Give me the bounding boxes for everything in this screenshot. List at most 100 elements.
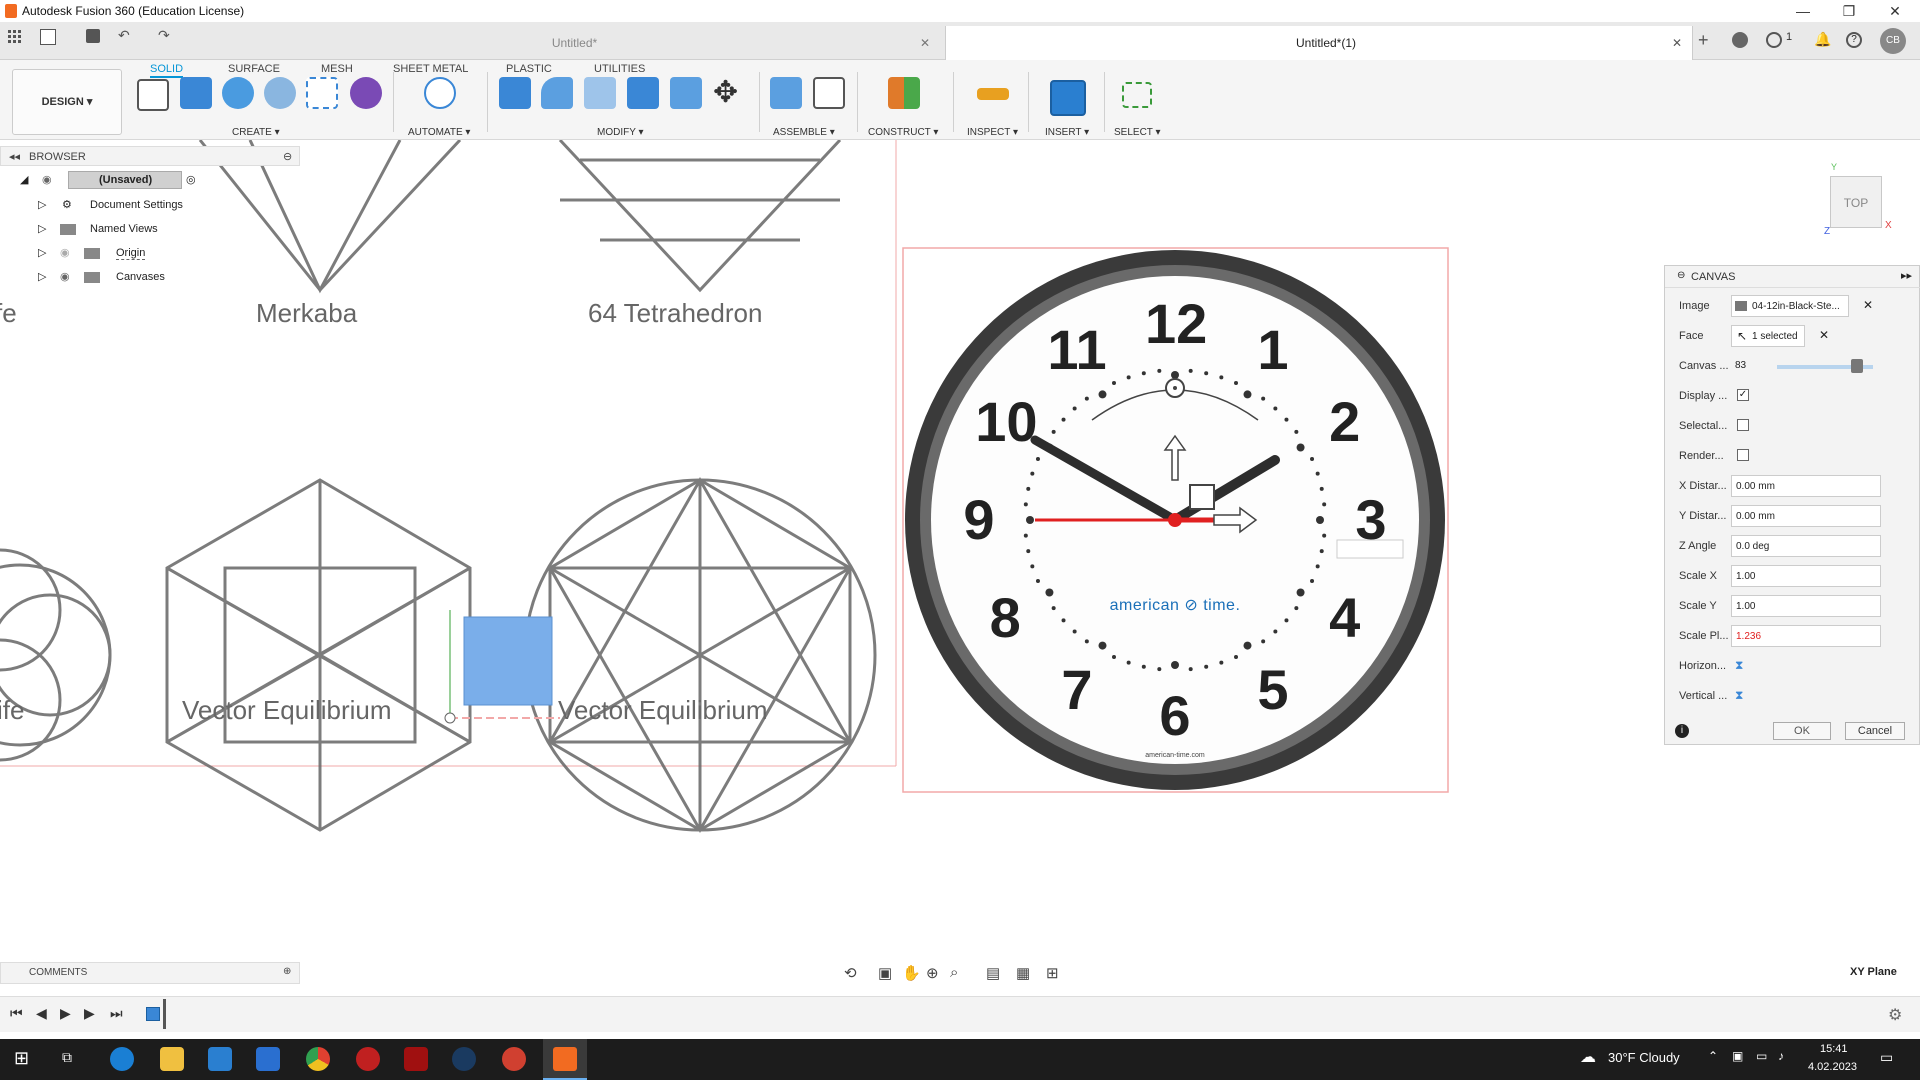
- chrome-icon[interactable]: [306, 1047, 330, 1071]
- cancel-button[interactable]: Cancel: [1845, 722, 1905, 740]
- clear-image-icon[interactable]: ✕: [1863, 298, 1873, 312]
- user-avatar[interactable]: CB: [1880, 28, 1906, 54]
- activate-radio-icon[interactable]: ◎: [186, 173, 196, 186]
- tab-utilities[interactable]: UTILITIES: [594, 60, 645, 78]
- new-tab-icon[interactable]: +: [1698, 30, 1709, 51]
- help-icon[interactable]: ?: [1846, 32, 1862, 48]
- canvas-value-field[interactable]: 0.0 deg: [1731, 535, 1881, 557]
- revolve-icon[interactable]: [222, 77, 254, 109]
- display-settings-icon[interactable]: ▤: [986, 964, 1000, 982]
- extrude-icon[interactable]: [180, 77, 212, 109]
- tab-surface[interactable]: SURFACE: [228, 60, 280, 78]
- tray-chevron-icon[interactable]: ⌃: [1708, 1049, 1718, 1063]
- close-tab-icon[interactable]: ✕: [1672, 26, 1682, 60]
- file-icon[interactable]: [40, 29, 56, 45]
- workspace-switcher[interactable]: DESIGN ▾: [12, 69, 122, 135]
- automate-icon[interactable]: [424, 77, 456, 109]
- visibility-eye-icon[interactable]: ◉: [60, 246, 70, 259]
- expand-icon[interactable]: ◢: [20, 173, 28, 186]
- expand-dialog-icon[interactable]: ▸▸: [1901, 269, 1912, 282]
- tab-sheet-metal[interactable]: SHEET METAL: [393, 60, 468, 78]
- select-window-icon[interactable]: [1122, 82, 1152, 108]
- opacity-slider-thumb[interactable]: [1850, 359, 1863, 373]
- clock-date[interactable]: 4.02.2023: [1808, 1061, 1857, 1073]
- joint-icon[interactable]: [813, 77, 845, 109]
- canvas-value-field[interactable]: 0.00 mm: [1731, 505, 1881, 527]
- apps-grid-icon[interactable]: [8, 30, 22, 44]
- info-icon[interactable]: i: [1675, 724, 1689, 738]
- zoom-icon[interactable]: ⊕: [926, 964, 939, 982]
- undo-icon[interactable]: ↶: [118, 27, 130, 44]
- chrome-profile-icon[interactable]: [502, 1047, 526, 1071]
- group-construct[interactable]: CONSTRUCT ▾: [868, 127, 938, 138]
- move-copy-icon[interactable]: ✥: [713, 77, 738, 109]
- file-explorer-icon[interactable]: [160, 1047, 184, 1071]
- tab-mesh[interactable]: MESH: [321, 60, 353, 78]
- group-insert[interactable]: INSERT ▾: [1045, 127, 1089, 138]
- create-sketch-icon[interactable]: [137, 79, 169, 111]
- windows-start-icon[interactable]: ⊞: [14, 1048, 29, 1069]
- expand-icon[interactable]: ▷: [38, 222, 46, 235]
- step-forward-icon[interactable]: ▶: [84, 1005, 95, 1022]
- fillet-icon[interactable]: [541, 77, 573, 109]
- weather-text[interactable]: 30°F Cloudy: [1608, 1050, 1680, 1065]
- volume-icon[interactable]: ♪: [1778, 1049, 1784, 1063]
- collapse-icon[interactable]: ◂◂: [9, 150, 20, 163]
- tab-plastic[interactable]: PLASTIC: [506, 60, 552, 78]
- group-modify[interactable]: MODIFY ▾: [597, 127, 644, 138]
- task-view-icon[interactable]: ⧉: [62, 1049, 72, 1066]
- canvas-value-field[interactable]: 1.00: [1731, 595, 1881, 617]
- group-automate[interactable]: AUTOMATE ▾: [408, 127, 470, 138]
- timeline-marker[interactable]: [163, 999, 166, 1029]
- browser-item-origin[interactable]: ▷ ◉ Origin: [38, 246, 238, 270]
- gta-icon[interactable]: [356, 1047, 380, 1071]
- group-select[interactable]: SELECT ▾: [1114, 127, 1161, 138]
- close-tab-icon[interactable]: ✕: [920, 26, 930, 60]
- minimize-button[interactable]: —: [1780, 0, 1826, 22]
- group-assemble[interactable]: ASSEMBLE ▾: [773, 127, 835, 138]
- notifications-icon[interactable]: 🔔: [1814, 31, 1831, 48]
- ok-button[interactable]: OK: [1773, 722, 1831, 740]
- look-at-icon[interactable]: ▣: [878, 964, 892, 982]
- network-icon[interactable]: ▭: [1756, 1049, 1767, 1063]
- timeline-canvas-feature-icon[interactable]: [146, 1007, 160, 1021]
- checkbox[interactable]: [1737, 449, 1749, 461]
- job-status-icon[interactable]: [1766, 32, 1782, 48]
- group-create[interactable]: CREATE ▾: [232, 127, 280, 138]
- group-inspect[interactable]: INSPECT ▾: [967, 127, 1018, 138]
- create-form-icon[interactable]: [350, 77, 382, 109]
- offset-plane-icon[interactable]: [888, 77, 920, 109]
- tab-solid[interactable]: SOLID: [150, 60, 184, 78]
- pattern-icon[interactable]: [306, 77, 338, 109]
- fusion-taskbar-button[interactable]: [543, 1039, 587, 1080]
- browser-item-document-settings[interactable]: ▷ ⚙ Document Settings: [38, 198, 238, 222]
- visibility-eye-icon[interactable]: ◉: [60, 270, 70, 283]
- maximize-button[interactable]: ❐: [1826, 0, 1872, 22]
- image-file-selector[interactable]: 04-12in-Black-Ste...: [1731, 295, 1849, 317]
- extensions-icon[interactable]: [1732, 32, 1748, 48]
- viewcube[interactable]: TOP: [1830, 176, 1882, 228]
- viewports-icon[interactable]: ⊞: [1046, 964, 1059, 982]
- browser-item-canvases[interactable]: ▷ ◉ Canvases: [38, 270, 238, 294]
- expand-icon[interactable]: ▷: [38, 198, 46, 211]
- combine-icon[interactable]: [627, 77, 659, 109]
- expand-icon[interactable]: ▷: [38, 246, 46, 259]
- play-icon[interactable]: ▶: [60, 1005, 71, 1022]
- flip-icon[interactable]: ⧗: [1735, 658, 1743, 673]
- browser-item-named-views[interactable]: ▷ Named Views: [38, 222, 238, 246]
- hole-icon[interactable]: [264, 77, 296, 109]
- canvas-value-field[interactable]: 1.236: [1731, 625, 1881, 647]
- fit-icon[interactable]: ⌕: [950, 964, 958, 981]
- edge-icon[interactable]: [110, 1047, 134, 1071]
- mail-icon[interactable]: [256, 1047, 280, 1071]
- insert-canvas-icon[interactable]: [1050, 80, 1086, 116]
- press-pull-icon[interactable]: [499, 77, 531, 109]
- add-comment-icon[interactable]: ⊕: [283, 966, 291, 977]
- flip-icon[interactable]: ⧗: [1735, 688, 1743, 703]
- grid-settings-icon[interactable]: ▦: [1016, 964, 1030, 982]
- collapse-icon[interactable]: ⊖: [1677, 270, 1685, 281]
- offset-face-icon[interactable]: [670, 77, 702, 109]
- go-to-start-icon[interactable]: ⏮: [10, 1005, 23, 1022]
- new-component-icon[interactable]: [770, 77, 802, 109]
- step-back-icon[interactable]: ◀: [36, 1005, 47, 1022]
